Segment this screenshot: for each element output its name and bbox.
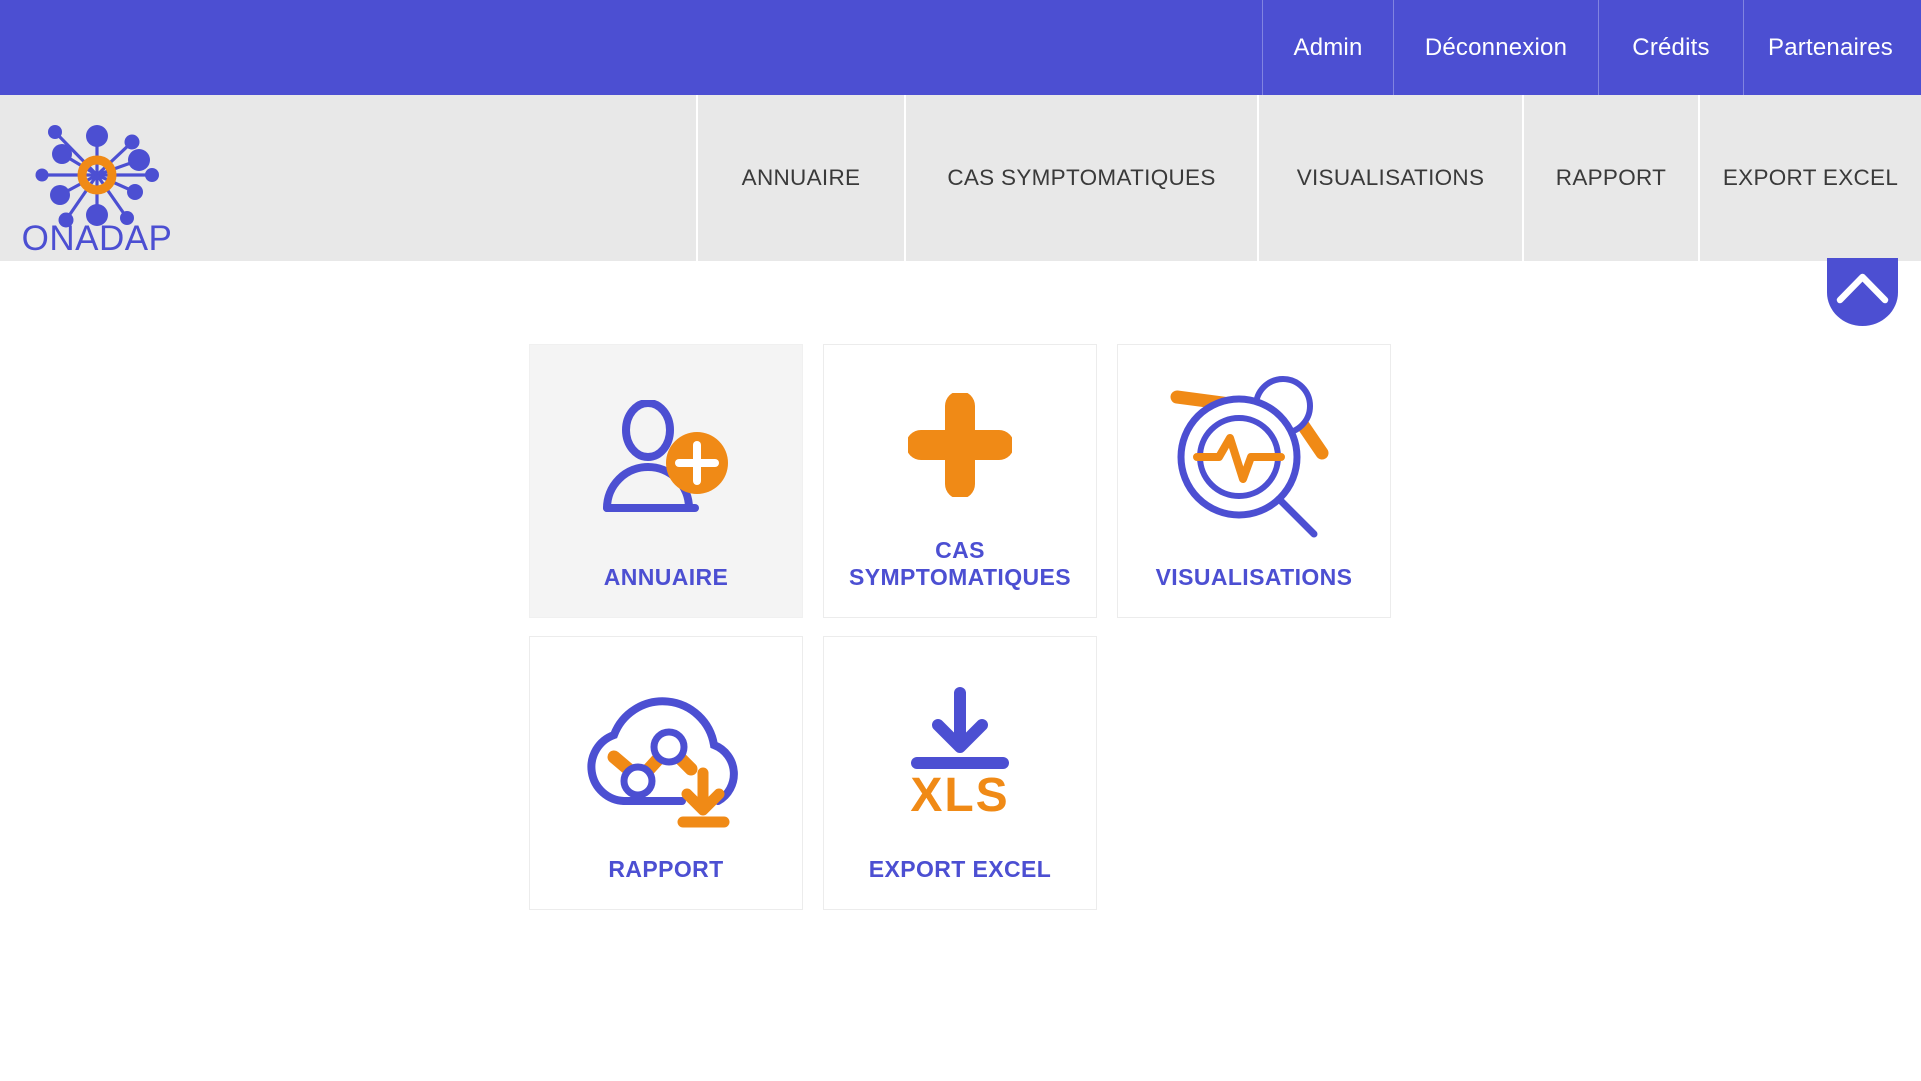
magnifier-pulse-icon xyxy=(1170,375,1328,538)
nav-item-rapport[interactable]: RAPPORT xyxy=(1524,95,1700,261)
topbar-item-label: Déconnexion xyxy=(1424,33,1568,61)
nav-item-export-excel[interactable]: EXPORT EXCEL xyxy=(1700,95,1921,261)
card-label-annuaire: ANNUAIRE xyxy=(603,564,729,591)
card-icon-wrap xyxy=(530,345,802,564)
nav-item-cas-symptomatiques[interactable]: CAS SYMPTOMATIQUES xyxy=(906,95,1259,261)
cloud-chart-download-icon xyxy=(587,696,738,828)
dashboard-card-grid: ANNUAIRE CAS SYMPTOMATIQUES VISUALISATIO… xyxy=(529,344,1411,910)
network-nodes-icon: ONADAP xyxy=(22,125,172,254)
topbar-item-deconnexion[interactable]: Déconnexion xyxy=(1393,0,1598,95)
card-label-export-excel: EXPORT EXCEL xyxy=(868,856,1052,883)
card-icon-wrap: XLS xyxy=(824,637,1096,856)
topbar-item-label: Admin xyxy=(1293,33,1363,61)
nav-item-visualisations[interactable]: VISUALISATIONS xyxy=(1259,95,1524,261)
xls-download-icon: XLS xyxy=(910,686,1009,817)
brand-logo-link[interactable]: ONADAP xyxy=(0,95,698,261)
nav-item-label: EXPORT EXCEL xyxy=(1722,165,1899,190)
card-label-rapport: RAPPORT xyxy=(608,856,724,883)
plus-icon xyxy=(908,393,1012,498)
svg-text:XLS: XLS xyxy=(910,769,1009,817)
scroll-to-top-button[interactable] xyxy=(1827,258,1898,326)
card-annuaire[interactable]: ANNUAIRE xyxy=(529,344,803,618)
topbar-item-label: Partenaires xyxy=(1768,33,1893,61)
topbar-item-label: Crédits xyxy=(1632,33,1710,61)
nav-item-label: CAS SYMPTOMATIQUES xyxy=(947,165,1216,190)
card-rapport[interactable]: RAPPORT xyxy=(529,636,803,910)
user-add-icon xyxy=(603,399,728,512)
top-utility-bar: Admin Déconnexion Crédits Partenaires xyxy=(0,0,1921,95)
topbar-item-partenaires[interactable]: Partenaires xyxy=(1743,0,1921,95)
card-icon-wrap xyxy=(1118,345,1390,564)
card-label-visualisations: VISUALISATIONS xyxy=(1155,564,1353,591)
card-label-cas-symptomatiques: CAS SYMPTOMATIQUES xyxy=(824,537,1096,617)
card-label-line1: CAS xyxy=(935,537,985,564)
card-visualisations[interactable]: VISUALISATIONS xyxy=(1117,344,1391,618)
nav-item-label: ANNUAIRE xyxy=(741,165,861,190)
topbar-item-credits[interactable]: Crédits xyxy=(1598,0,1743,95)
card-icon-wrap xyxy=(824,345,1096,537)
svg-text:ONADAP: ONADAP xyxy=(22,219,172,254)
nav-item-label: RAPPORT xyxy=(1555,165,1667,190)
topbar-item-admin[interactable]: Admin xyxy=(1262,0,1393,95)
card-icon-wrap xyxy=(530,637,802,856)
card-export-excel[interactable]: XLS EXPORT EXCEL xyxy=(823,636,1097,910)
main-navigation-bar: ONADAP ANNUAIRE CAS SYMPTOMATIQUES VISUA… xyxy=(0,95,1921,261)
card-label-line2: SYMPTOMATIQUES xyxy=(849,564,1071,591)
card-row-2: RAPPORT XLS EXPORT EXCEL xyxy=(529,636,1411,910)
card-row-1: ANNUAIRE CAS SYMPTOMATIQUES VISUALISATIO… xyxy=(529,344,1411,618)
nav-item-annuaire[interactable]: ANNUAIRE xyxy=(698,95,906,261)
nav-item-label: VISUALISATIONS xyxy=(1296,165,1485,190)
chevron-up-icon xyxy=(1836,273,1889,304)
card-cas-symptomatiques[interactable]: CAS SYMPTOMATIQUES xyxy=(823,344,1097,618)
